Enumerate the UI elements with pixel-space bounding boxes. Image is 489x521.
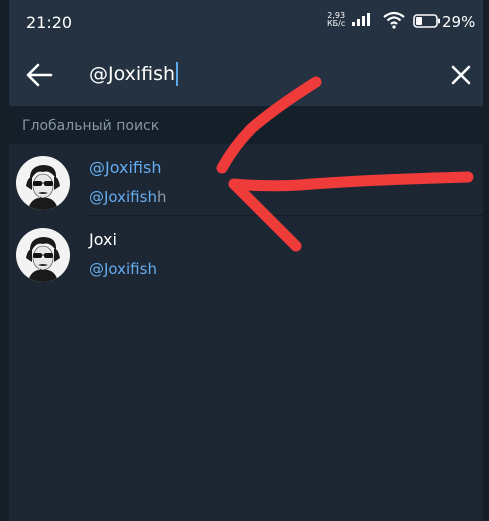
network-speed-unit: КБ/с	[327, 19, 346, 28]
search-result-item[interactable]: @Joxifish @Joxifishh	[9, 144, 483, 216]
avatar-portrait-icon	[26, 165, 60, 210]
result-username: @Joxifishh	[89, 188, 166, 206]
battery-icon	[413, 14, 440, 28]
status-bar: 21:20 2,93 КБ/с 29%	[9, 0, 483, 44]
result-username: @Joxifish	[89, 260, 157, 278]
network-speed: 2,93 КБ/с	[327, 12, 345, 28]
section-header: Глобальный поиск	[9, 106, 483, 144]
status-time: 21:20	[26, 13, 73, 32]
screen-frame-right	[483, 0, 489, 521]
search-input[interactable]: @Joxifish	[89, 62, 179, 86]
battery-percent: 29%	[442, 13, 476, 31]
close-icon[interactable]	[449, 63, 473, 87]
avatar	[16, 228, 70, 282]
screen-frame-left	[0, 0, 9, 521]
wifi-icon	[383, 11, 405, 29]
section-title: Глобальный поиск	[22, 118, 160, 134]
avatar-portrait-icon	[26, 237, 60, 282]
result-username-rest: h	[156, 188, 167, 206]
result-title: @Joxifish	[89, 158, 162, 177]
arrow-left-icon[interactable]	[25, 62, 53, 88]
avatar	[16, 156, 70, 210]
search-header: @Joxifish	[9, 44, 483, 106]
signal-icon	[352, 12, 370, 26]
result-title: Joxi	[89, 230, 117, 249]
result-username-match: @Joxifish	[89, 260, 157, 278]
result-username-match: @Joxifish	[89, 188, 157, 206]
search-result-item[interactable]: Joxi @Joxifish	[9, 216, 483, 288]
